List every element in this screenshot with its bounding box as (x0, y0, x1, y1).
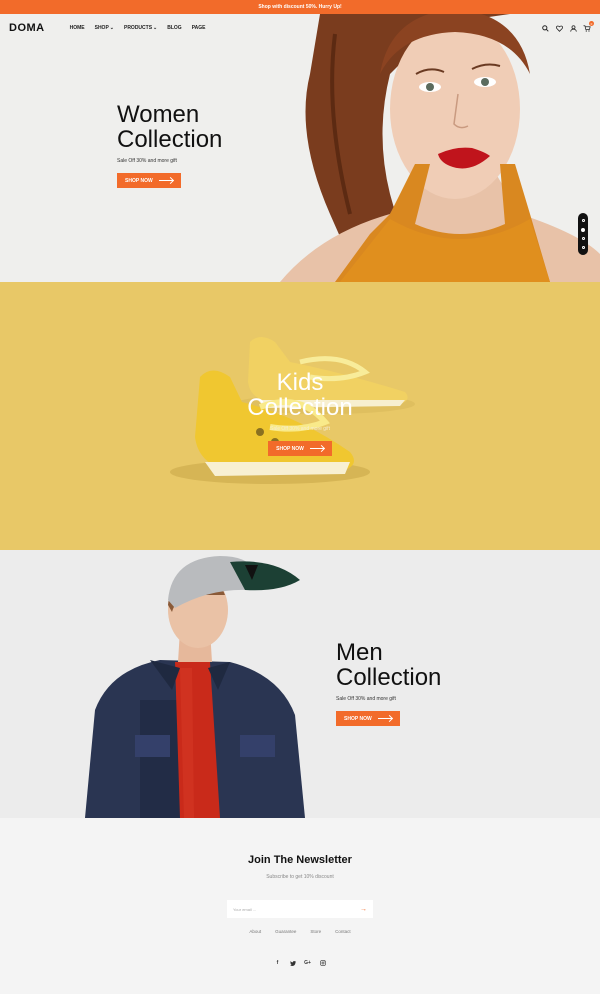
submit-arrow-icon[interactable]: → (360, 906, 367, 913)
instagram-icon[interactable] (319, 960, 326, 966)
men-title-line2: Collection (336, 664, 442, 691)
newsletter-title: Join The Newsletter (248, 854, 352, 866)
facebook-icon[interactable]: f (275, 960, 281, 966)
arrow-right-icon (309, 448, 324, 449)
cart-count-badge: 0 (589, 21, 594, 26)
women-subtitle: Sale Off 30% and more gift (117, 158, 177, 164)
newsletter-form: → (227, 900, 373, 918)
nav-blog[interactable]: BLOG (167, 25, 181, 31)
hero-kids: Kids Collection Sale Off 30% and more gi… (0, 282, 600, 550)
slider-dot-4[interactable] (581, 246, 585, 250)
kids-title-line2: Collection (247, 394, 353, 421)
kids-title-line1: Kids (276, 369, 324, 396)
site-header: DOMA HOME SHOP ⌄ PRODUCTS ⌄ BLOG PAGE 0 (0, 14, 600, 42)
newsletter-email-input[interactable] (233, 906, 360, 912)
promo-bar: Shop with discount 50%. Hurry Up! (0, 0, 600, 14)
chevron-down-icon: ⌄ (109, 25, 114, 31)
women-shop-now-label: SHOP NOW (125, 177, 153, 184)
nav-blog-label: BLOG (167, 25, 182, 31)
social-links: f G+ (0, 960, 600, 966)
footer-link-about[interactable]: About (249, 929, 261, 934)
newsletter-section: Join The Newsletter Subscribe to get 10%… (0, 818, 600, 994)
slider-dot-1[interactable] (581, 218, 585, 222)
slider-dot-3[interactable] (581, 237, 585, 241)
newsletter-subtitle: Subscribe to get 10% discount (266, 874, 334, 880)
hero-men: Men Collection Sale Off 30% and more gif… (0, 550, 600, 818)
men-title-line1: Men (336, 639, 383, 666)
women-title-line1: Women (117, 101, 200, 128)
nav-page[interactable]: PAGE (192, 25, 206, 31)
slider-dot-2[interactable] (581, 227, 585, 232)
nav-home[interactable]: HOME (70, 25, 85, 31)
nav-products[interactable]: PRODUCTS ⌄ (124, 25, 157, 31)
women-model-image (240, 14, 600, 282)
hero-women: Women Collection Sale Off 30% and more g… (0, 14, 600, 282)
nav-page-label: PAGE (191, 25, 206, 31)
women-title-line2: Collection (117, 126, 223, 153)
cart-icon[interactable]: 0 (583, 21, 594, 32)
user-icon[interactable] (569, 24, 577, 32)
women-shop-now-button[interactable]: SHOP NOW (117, 173, 181, 188)
kids-shop-now-label: SHOP NOW (276, 445, 304, 452)
nav-shop-label: SHOP (94, 25, 109, 31)
footer-link-contact[interactable]: Contact (335, 929, 351, 934)
heart-icon[interactable] (555, 24, 563, 32)
main-nav: HOME SHOP ⌄ PRODUCTS ⌄ BLOG PAGE (70, 25, 206, 31)
twitter-icon[interactable] (289, 960, 296, 966)
men-shop-now-label: SHOP NOW (344, 715, 372, 722)
men-shop-now-button[interactable]: SHOP NOW (336, 711, 400, 726)
header-icons: 0 (541, 21, 594, 32)
nav-products-label: PRODUCTS (123, 25, 153, 31)
footer-link-guarantee[interactable]: Guarantee (275, 929, 296, 934)
kids-subtitle: Sale Off 30% and more gift (270, 426, 330, 432)
site-logo[interactable]: DOMA (9, 22, 45, 34)
men-hero-text: Men Collection Sale Off 30% and more gif… (336, 640, 441, 726)
men-subtitle: Sale Off 30% and more gift (336, 696, 396, 702)
chevron-down-icon: ⌄ (153, 25, 158, 31)
slider-pagination (578, 213, 588, 255)
kids-hero-text: Kids Collection Sale Off 30% and more gi… (230, 370, 370, 456)
women-hero-text: Women Collection Sale Off 30% and more g… (117, 102, 222, 188)
footer-link-store[interactable]: Store (310, 929, 321, 934)
footer-links: About Guarantee Store Contact (0, 929, 600, 934)
search-icon[interactable] (541, 24, 549, 32)
arrow-right-icon (377, 718, 392, 719)
nav-shop[interactable]: SHOP ⌄ (95, 25, 114, 31)
kids-shop-now-button[interactable]: SHOP NOW (268, 441, 332, 456)
arrow-right-icon (158, 180, 173, 181)
men-model-image (85, 556, 305, 818)
promo-text: Shop with discount 50%. Hurry Up! (258, 4, 342, 10)
nav-home-label: HOME (69, 25, 85, 31)
google-plus-icon[interactable]: G+ (304, 960, 311, 966)
